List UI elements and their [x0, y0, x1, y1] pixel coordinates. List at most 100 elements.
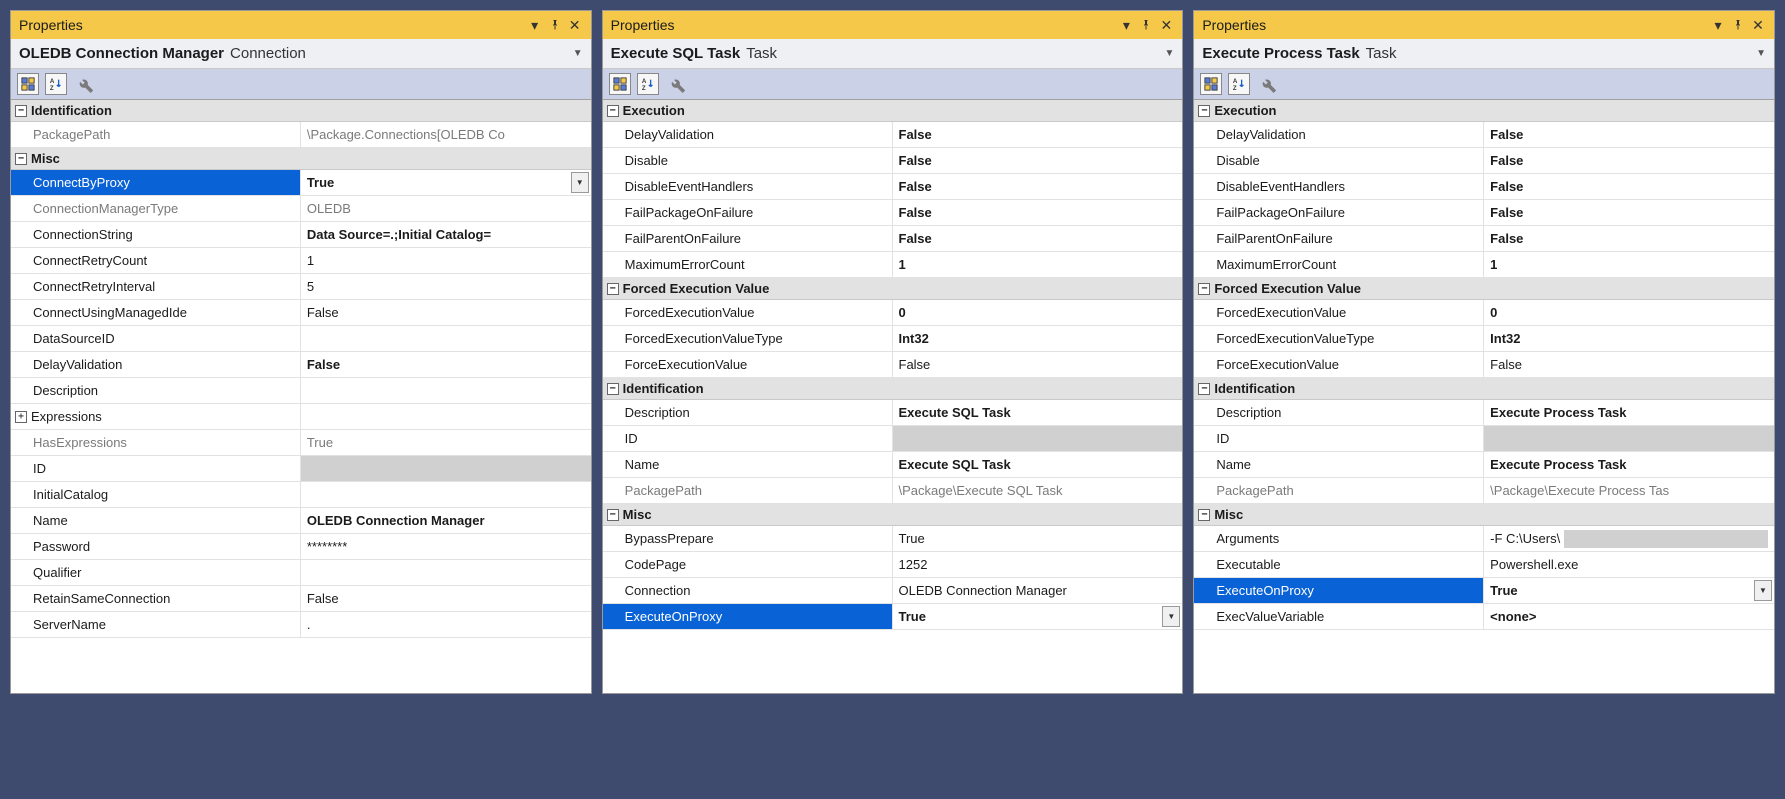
expander-icon[interactable]: −	[1198, 105, 1210, 117]
property-row[interactable]: ForcedExecutionValue0	[603, 300, 1183, 326]
property-row[interactable]: NameExecute Process Task	[1194, 452, 1774, 478]
category-header[interactable]: −Execution	[603, 100, 1183, 122]
property-row[interactable]: ID	[603, 426, 1183, 452]
property-row[interactable]: Arguments-F C:\Users\	[1194, 526, 1774, 552]
category-header[interactable]: −Misc	[1194, 504, 1774, 526]
property-value[interactable]: True▼	[893, 604, 1183, 629]
property-row[interactable]: ForcedExecutionValueTypeInt32	[603, 326, 1183, 352]
pin-icon[interactable]	[1730, 17, 1746, 33]
property-label-cell[interactable]: +Expressions	[11, 404, 301, 429]
property-grid[interactable]: −IdentificationPackagePath\Package.Conne…	[11, 100, 591, 693]
category-header[interactable]: −Execution	[1194, 100, 1774, 122]
property-label[interactable]: ExecuteOnProxy	[603, 604, 893, 629]
property-label[interactable]: ServerName	[11, 612, 301, 637]
window-options-icon[interactable]: ▾	[1118, 17, 1134, 33]
property-value[interactable]: Execute SQL Task	[893, 400, 1183, 425]
property-row[interactable]: DelayValidationFalse	[11, 352, 591, 378]
property-row[interactable]: ConnectUsingManagedIdeFalse	[11, 300, 591, 326]
property-pages-icon[interactable]	[73, 73, 95, 95]
property-value[interactable]: False	[1484, 174, 1774, 199]
property-label[interactable]: ID	[603, 426, 893, 451]
property-row[interactable]: DelayValidationFalse	[603, 122, 1183, 148]
categorized-button[interactable]	[1200, 73, 1222, 95]
chevron-down-icon[interactable]: ▼	[1164, 48, 1174, 59]
property-row[interactable]: ConnectionManagerTypeOLEDB	[11, 196, 591, 222]
property-value[interactable]: \Package.Connections[OLEDB Co	[301, 122, 591, 147]
category-header[interactable]: −Misc	[603, 504, 1183, 526]
expander-icon[interactable]: −	[1198, 509, 1210, 521]
property-label[interactable]: ID	[1194, 426, 1484, 451]
property-label[interactable]: ID	[11, 456, 301, 481]
property-row[interactable]: CodePage1252	[603, 552, 1183, 578]
property-row[interactable]: NameExecute SQL Task	[603, 452, 1183, 478]
property-label[interactable]: DisableEventHandlers	[603, 174, 893, 199]
property-row[interactable]: HasExpressionsTrue	[11, 430, 591, 456]
property-row[interactable]: DisableEventHandlersFalse	[603, 174, 1183, 200]
property-row[interactable]: DisableFalse	[1194, 148, 1774, 174]
property-value[interactable]: Int32	[893, 326, 1183, 351]
property-value[interactable]	[301, 456, 591, 481]
property-label[interactable]: PackagePath	[1194, 478, 1484, 503]
property-row[interactable]: ForceExecutionValueFalse	[1194, 352, 1774, 378]
property-row[interactable]: DescriptionExecute Process Task	[1194, 400, 1774, 426]
categorized-button[interactable]	[609, 73, 631, 95]
chevron-down-icon[interactable]: ▼	[573, 48, 583, 59]
property-value[interactable]: <none>	[1484, 604, 1774, 629]
category-header[interactable]: −Forced Execution Value	[1194, 278, 1774, 300]
property-label[interactable]: ForceExecutionValue	[603, 352, 893, 377]
property-label[interactable]: DelayValidation	[11, 352, 301, 377]
property-label[interactable]: PackagePath	[11, 122, 301, 147]
property-row[interactable]: Qualifier	[11, 560, 591, 586]
categorized-button[interactable]	[17, 73, 39, 95]
property-value[interactable]	[301, 560, 591, 585]
property-label[interactable]: DelayValidation	[603, 122, 893, 147]
property-value[interactable]: Execute Process Task	[1484, 400, 1774, 425]
property-row[interactable]: DataSourceID	[11, 326, 591, 352]
property-value[interactable]: False	[1484, 148, 1774, 173]
property-value[interactable]: False	[893, 122, 1183, 147]
property-pages-icon[interactable]	[665, 73, 687, 95]
category-header[interactable]: −Identification	[11, 100, 591, 122]
property-row[interactable]: ExecuteOnProxyTrue▼	[1194, 578, 1774, 604]
object-selector[interactable]: Execute SQL TaskTask▼	[603, 39, 1183, 69]
property-row[interactable]: PackagePath\Package\Execute Process Tas	[1194, 478, 1774, 504]
property-value[interactable]: Execute SQL Task	[893, 452, 1183, 477]
object-selector[interactable]: OLEDB Connection ManagerConnection▼	[11, 39, 591, 69]
expander-icon[interactable]: −	[15, 153, 27, 165]
property-value[interactable]: 1	[893, 252, 1183, 277]
property-label[interactable]: ForcedExecutionValueType	[603, 326, 893, 351]
property-value[interactable]: Int32	[1484, 326, 1774, 351]
property-value[interactable]: .	[301, 612, 591, 637]
property-label[interactable]: Arguments	[1194, 526, 1484, 551]
property-label[interactable]: Description	[11, 378, 301, 403]
property-row[interactable]: ForcedExecutionValue0	[1194, 300, 1774, 326]
category-header[interactable]: −Forced Execution Value	[603, 278, 1183, 300]
property-value[interactable]: 0	[1484, 300, 1774, 325]
window-options-icon[interactable]: ▾	[527, 17, 543, 33]
property-value[interactable]: 1	[301, 248, 591, 273]
property-value[interactable]: 1	[1484, 252, 1774, 277]
dropdown-button[interactable]: ▼	[1754, 580, 1772, 601]
property-row[interactable]: ID	[11, 456, 591, 482]
property-label[interactable]: ExecuteOnProxy	[1194, 578, 1484, 603]
property-label[interactable]: MaximumErrorCount	[1194, 252, 1484, 277]
property-value[interactable]	[301, 404, 591, 429]
property-label[interactable]: FailPackageOnFailure	[1194, 200, 1484, 225]
property-row[interactable]: ConnectionOLEDB Connection Manager	[603, 578, 1183, 604]
property-label[interactable]: Description	[1194, 400, 1484, 425]
property-value[interactable]: 0	[893, 300, 1183, 325]
property-row[interactable]: InitialCatalog	[11, 482, 591, 508]
property-value[interactable]: False	[893, 352, 1183, 377]
property-value[interactable]: False	[893, 200, 1183, 225]
property-row[interactable]: ForceExecutionValueFalse	[603, 352, 1183, 378]
property-row[interactable]: ConnectRetryCount1	[11, 248, 591, 274]
window-options-icon[interactable]: ▾	[1710, 17, 1726, 33]
property-row[interactable]: PackagePath\Package.Connections[OLEDB Co	[11, 122, 591, 148]
expander-icon[interactable]: −	[607, 383, 619, 395]
property-row[interactable]: ConnectRetryInterval5	[11, 274, 591, 300]
alphabetical-button[interactable]: AZ	[1228, 73, 1250, 95]
property-value[interactable]: True	[301, 430, 591, 455]
property-value[interactable]: OLEDB Connection Manager	[893, 578, 1183, 603]
expander-icon[interactable]: −	[1198, 383, 1210, 395]
property-row[interactable]: RetainSameConnectionFalse	[11, 586, 591, 612]
